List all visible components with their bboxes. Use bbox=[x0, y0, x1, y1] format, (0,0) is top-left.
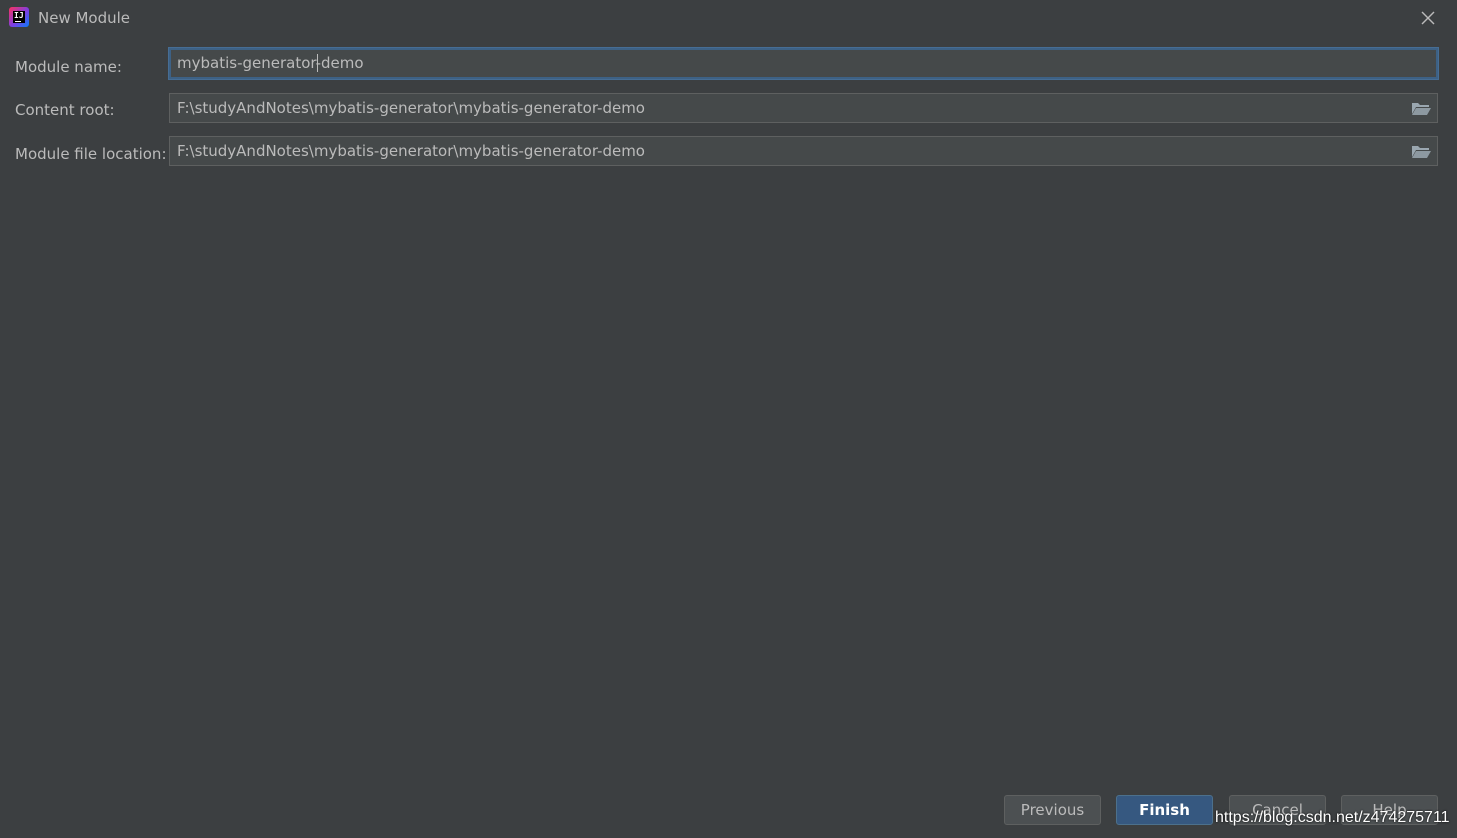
folder-icon bbox=[1412, 103, 1431, 115]
watermark-text: https://blog.csdn.net/z474275711 bbox=[1215, 809, 1450, 826]
folder-icon bbox=[1412, 146, 1431, 158]
dialog-title: New Module bbox=[38, 9, 131, 27]
module-name-label: Module name: bbox=[15, 58, 122, 76]
intellij-idea-icon: IJ bbox=[9, 7, 29, 27]
previous-button[interactable]: Previous bbox=[1004, 795, 1101, 825]
module-name-value: mybatis-generator-demo bbox=[177, 54, 364, 72]
content-root-field[interactable]: F:\studyAndNotes\mybatis-generator\mybat… bbox=[169, 93, 1438, 123]
title-bar: IJ New Module bbox=[0, 0, 1457, 36]
text-caret bbox=[317, 54, 318, 72]
content-root-label: Content root: bbox=[15, 101, 115, 119]
module-file-location-field[interactable]: F:\studyAndNotes\mybatis-generator\mybat… bbox=[169, 136, 1438, 166]
close-icon bbox=[1421, 11, 1435, 25]
content-root-value: F:\studyAndNotes\mybatis-generator\mybat… bbox=[177, 99, 645, 117]
module-file-location-label: Module file location: bbox=[15, 145, 167, 163]
new-module-dialog: IJ New Module Module name: mybatis-gener… bbox=[0, 0, 1457, 838]
browse-content-root-button[interactable] bbox=[1411, 101, 1431, 116]
browse-module-file-location-button[interactable] bbox=[1411, 144, 1431, 159]
module-file-location-value: F:\studyAndNotes\mybatis-generator\mybat… bbox=[177, 142, 645, 160]
finish-button[interactable]: Finish bbox=[1116, 795, 1213, 825]
module-name-input[interactable]: mybatis-generator-demo bbox=[169, 48, 1438, 79]
close-button[interactable] bbox=[1418, 8, 1438, 28]
